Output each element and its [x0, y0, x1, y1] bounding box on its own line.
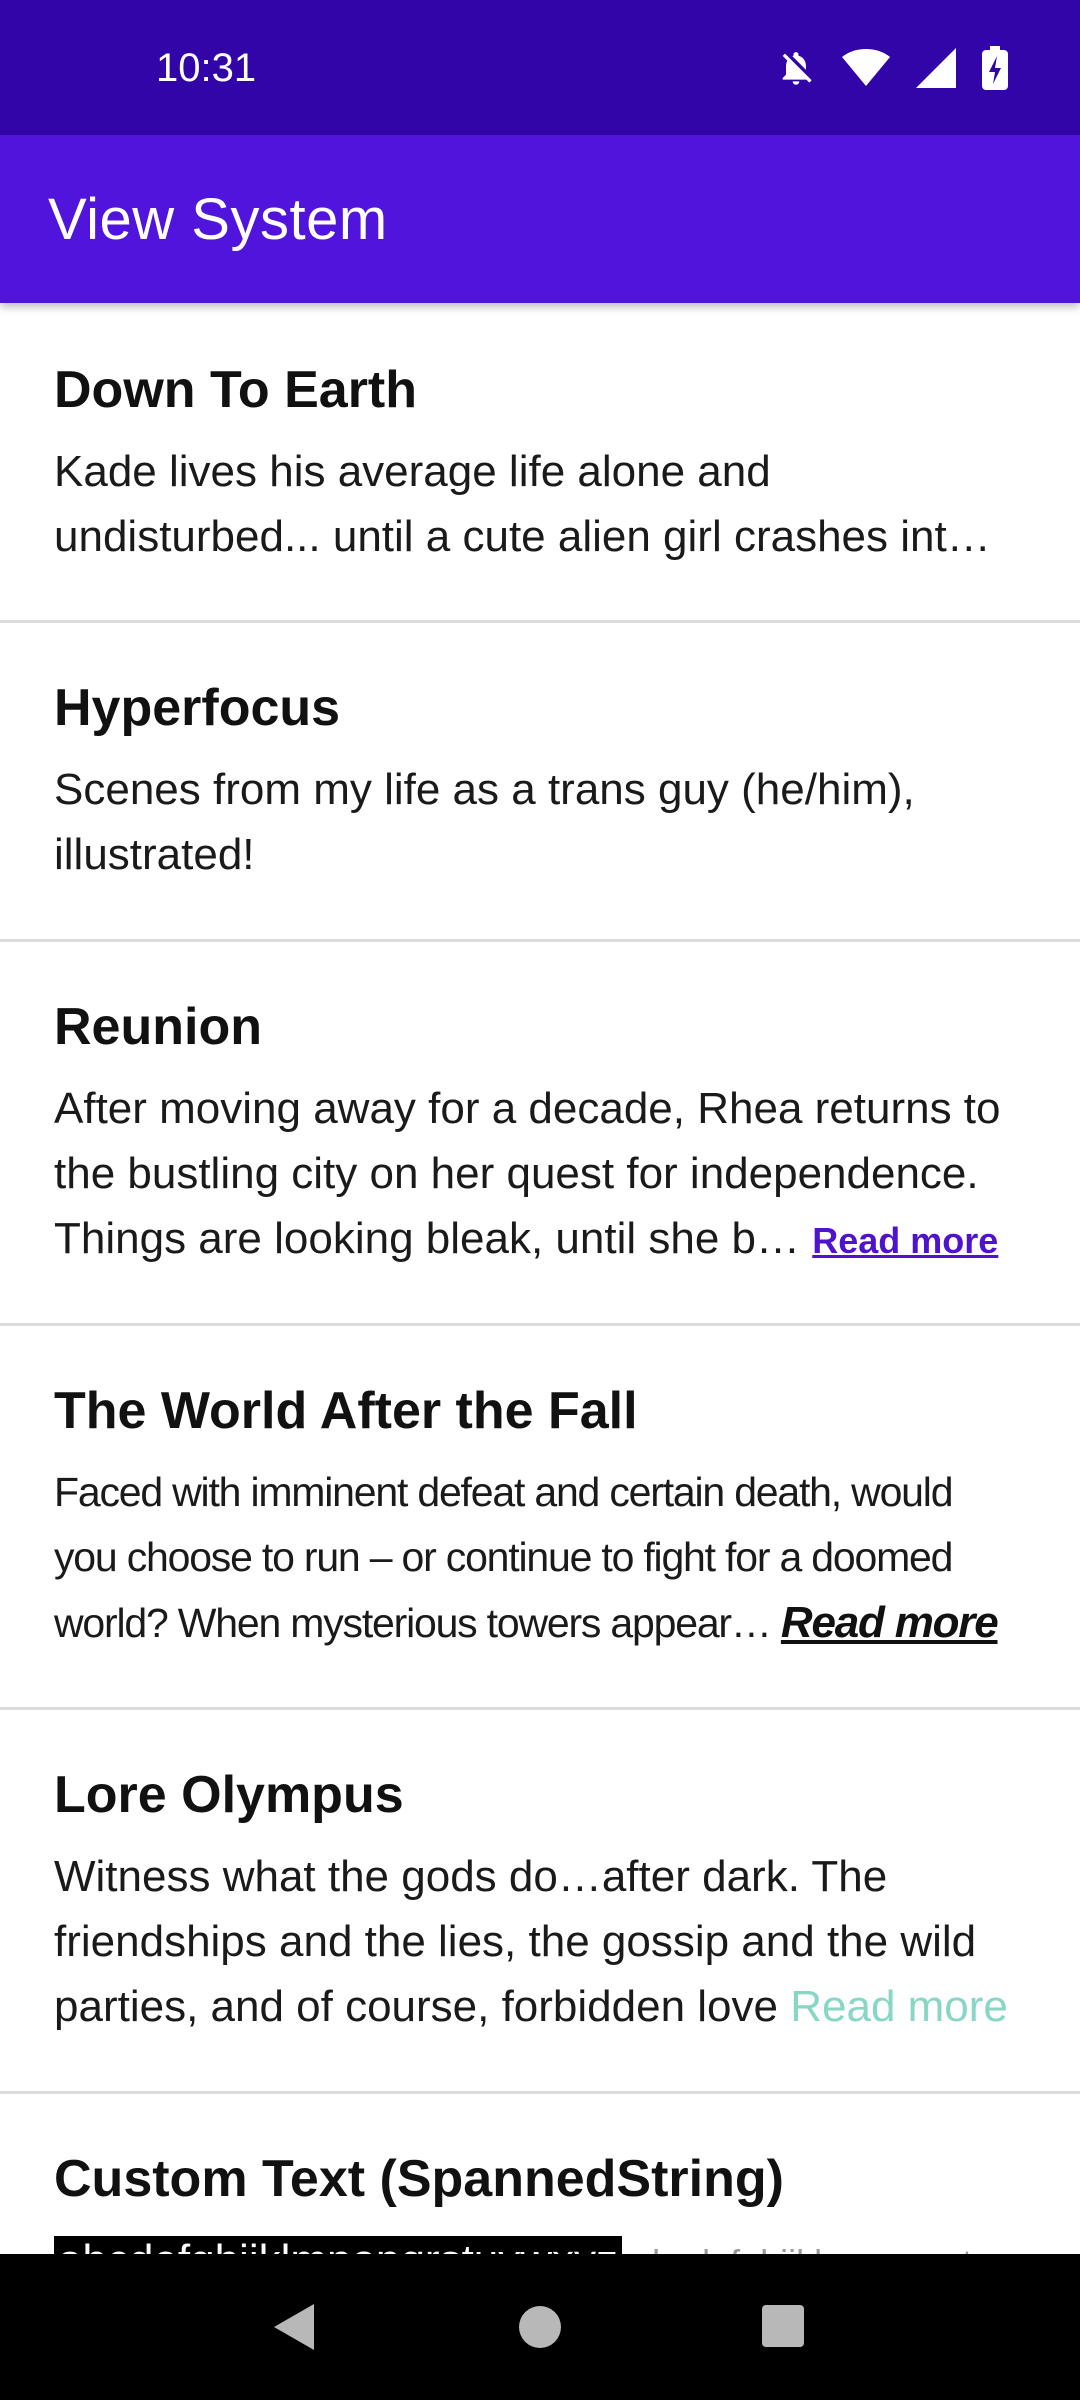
- navigation-bar: [0, 2254, 1080, 2400]
- wifi-icon: [842, 48, 890, 88]
- description-line: Faced with imminent defeat and certain d…: [54, 1469, 953, 1515]
- description-line: abcdefghijklmnopqrstuvwxyz abcdefghijklm…: [54, 2228, 1044, 2254]
- status-icons: [776, 46, 1008, 90]
- description-line: illustrated!: [54, 830, 255, 879]
- list-item[interactable]: Custom Text (SpannedString) abcdefghijkl…: [0, 2094, 1080, 2254]
- list-item[interactable]: Hyperfocus Scenes from my life as a tran…: [0, 623, 1080, 942]
- description-line: Things are looking bleak, until she b… R…: [54, 1206, 1044, 1271]
- item-description: Witness what the gods do…after dark. The…: [54, 1844, 1044, 2039]
- description-line: After moving away for a decade, Rhea ret…: [54, 1084, 1001, 1133]
- app-title: View System: [48, 187, 388, 252]
- description-text: world? When mysterious towers appear…: [54, 1600, 781, 1646]
- item-description: abcdefghijklmnopqrstuvwxyz abcdefghijklm…: [54, 2228, 1044, 2254]
- item-title: Reunion: [54, 998, 262, 1056]
- description-line: world? When mysterious towers appear… Re…: [54, 1590, 1044, 1655]
- read-more-link[interactable]: Read more: [781, 1598, 999, 1647]
- item-title: Custom Text (SpannedString): [54, 2150, 784, 2208]
- description-line: Kade lives his average life alone and: [54, 447, 771, 496]
- description-line: Witness what the gods do…after dark. The: [54, 1852, 888, 1901]
- status-time: 10:31: [156, 46, 257, 90]
- item-title: Hyperfocus: [54, 679, 341, 737]
- description-line: you choose to run – or continue to fight…: [54, 1534, 953, 1580]
- read-more-link[interactable]: Read more: [812, 1220, 998, 1261]
- item-description: After moving away for a decade, Rhea ret…: [54, 1076, 1044, 1271]
- item-title: The World After the Fall: [54, 1382, 638, 1440]
- description-text: abcdefghijklmnopqrst: [622, 2242, 972, 2254]
- description-line: friendships and the lies, the gossip and…: [54, 1917, 977, 1966]
- item-description: Faced with imminent defeat and certain d…: [54, 1460, 1044, 1655]
- status-bar: 10:31: [0, 0, 1080, 135]
- list-item[interactable]: The World After the Fall Faced with immi…: [0, 1326, 1080, 1710]
- home-icon[interactable]: [518, 2300, 562, 2359]
- description-line: Scenes from my life as a trans guy (he/h…: [54, 765, 915, 814]
- back-icon[interactable]: [268, 2300, 318, 2359]
- list-item[interactable]: Reunion After moving away for a decade, …: [0, 942, 1080, 1326]
- description-text: parties, and of course, forbidden love: [54, 1982, 791, 2031]
- read-more-link[interactable]: Read more: [790, 1982, 1008, 2031]
- recents-icon[interactable]: [760, 2300, 806, 2359]
- item-title: Down To Earth: [54, 361, 418, 419]
- app-bar: View System: [0, 135, 1080, 303]
- description-line: undisturbed... until a cute alien girl c…: [54, 512, 991, 561]
- list-item[interactable]: Down To Earth Kade lives his average lif…: [0, 303, 1080, 623]
- item-title: Lore Olympus: [54, 1766, 404, 1824]
- list-item[interactable]: Lore Olympus Witness what the gods do…af…: [0, 1710, 1080, 2094]
- battery-charging-icon: [982, 46, 1008, 90]
- description-line: the bustling city on her quest for indep…: [54, 1149, 979, 1198]
- story-list[interactable]: Down To Earth Kade lives his average lif…: [0, 303, 1080, 2254]
- item-description: Kade lives his average life alone and un…: [54, 439, 1044, 569]
- description-line: parties, and of course, forbidden love R…: [54, 1974, 1044, 2039]
- description-text: Things are looking bleak, until she b…: [54, 1214, 813, 1263]
- signal-icon: [916, 48, 956, 88]
- highlighted-text: abcdefghijklmnopqrstuvwxyz: [54, 2236, 623, 2254]
- item-description: Scenes from my life as a trans guy (he/h…: [54, 757, 1044, 887]
- notifications-off-icon: [776, 48, 816, 88]
